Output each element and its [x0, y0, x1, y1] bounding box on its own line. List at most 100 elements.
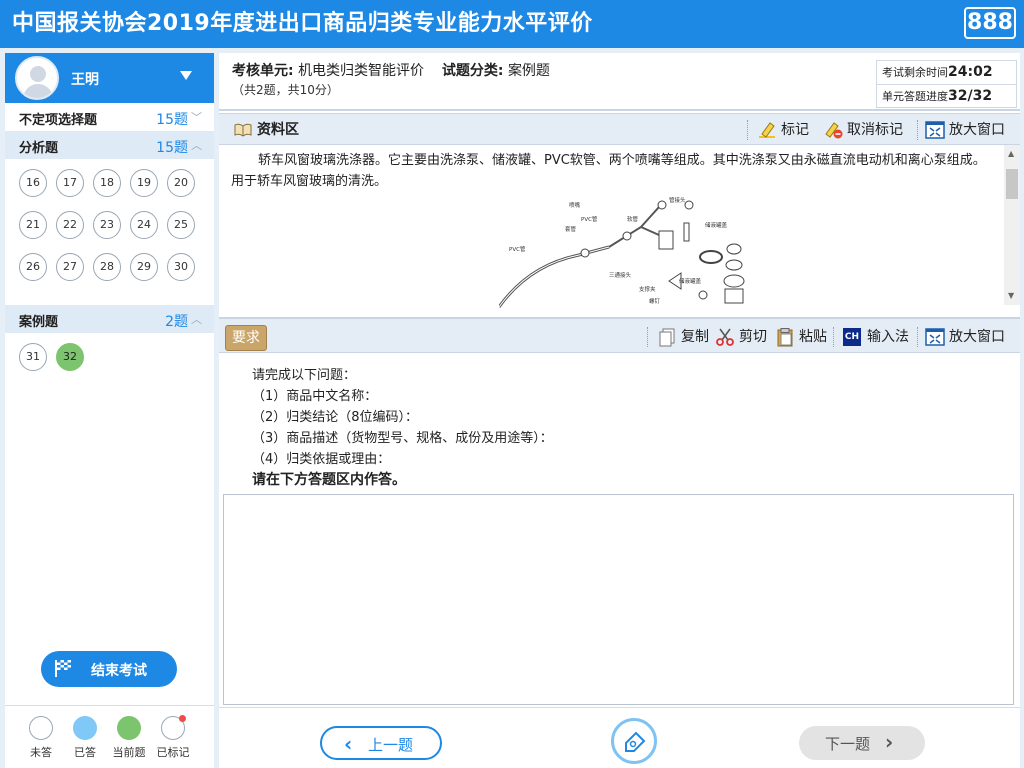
section-header-case[interactable]: 案例题 2题 ︿	[5, 305, 214, 333]
divider	[917, 120, 918, 140]
input-method-button[interactable]: CH 输入法	[843, 327, 909, 347]
status-legend: 未答 已答 当前题 已标记	[5, 705, 214, 768]
enlarge-window-icon	[925, 328, 945, 346]
requirement-tag: 要求	[225, 325, 267, 351]
section-header-multiple-choice[interactable]: 不定项选择题 15题 ﹀	[5, 103, 214, 131]
score-summary: （共2题，共10分）	[232, 83, 339, 97]
material-toolbar: 资料区 标记 取消标记 放大窗口	[219, 113, 1020, 145]
user-box[interactable]: 王明	[5, 53, 214, 103]
legend-answered: 已答	[63, 716, 107, 760]
question-button-26[interactable]: 26	[19, 253, 47, 281]
question-button-17[interactable]: 17	[56, 169, 84, 197]
legend-dot-icon	[73, 716, 97, 740]
paste-button[interactable]: 粘贴	[775, 327, 827, 347]
question-button-29[interactable]: 29	[130, 253, 158, 281]
enlarge-window-icon	[925, 121, 945, 139]
legend-label: 已答	[74, 746, 96, 759]
unit-value: 机电类归类智能评价	[298, 63, 425, 79]
scroll-up-arrow-icon[interactable]: ▲	[1008, 149, 1014, 158]
requirement-item-3: （3）商品描述（货物型号、规格、成份及用途等）：	[252, 431, 553, 446]
divider	[833, 327, 834, 347]
highlighter-icon	[759, 122, 775, 138]
question-button-20[interactable]: 20	[167, 169, 195, 197]
divider	[647, 327, 648, 347]
question-button-16[interactable]: 16	[19, 169, 47, 197]
requirement-item-4: （4）归类依据或理由：	[252, 452, 391, 467]
section-count: 15题	[156, 140, 188, 156]
question-button-21[interactable]: 21	[19, 211, 47, 239]
divider	[747, 120, 748, 140]
question-button-30[interactable]: 30	[167, 253, 195, 281]
diagram-label: 套管	[565, 225, 577, 233]
section-label: 不定项选择题	[19, 113, 98, 128]
legend-dot-icon	[161, 715, 186, 740]
question-grid-analysis: 16 17 18 19 20 21 22 23 24 25 26 27 28 29 30	[5, 159, 214, 305]
diagram-label: 喷嘴	[569, 201, 581, 209]
question-button-24[interactable]: 24	[130, 211, 158, 239]
section-label: 案例题	[19, 315, 59, 330]
material-scrollbar[interactable]: ▲ ▼	[1004, 145, 1020, 305]
scissors-icon	[716, 328, 734, 346]
chevron-up-icon: ︿	[191, 313, 202, 326]
question-button-32[interactable]: 32	[56, 343, 84, 371]
unit-label: 考核单元:	[232, 63, 294, 79]
question-navigator: 王明 不定项选择题 15题 ﹀ 分析题 15题 ︿ 16 17 18 19 20 21 22…	[5, 53, 214, 768]
diagram-label: PVC管	[581, 215, 598, 223]
question-button-27[interactable]: 27	[56, 253, 84, 281]
question-button-25[interactable]: 25	[167, 211, 195, 239]
timer-box: 考试剩余时间24:02 单元答题进度32/32	[876, 60, 1017, 108]
avatar	[15, 56, 59, 100]
book-icon	[234, 123, 252, 137]
checkered-flag-icon	[55, 660, 71, 677]
section-count: 2题	[165, 314, 188, 330]
answer-instruction: 请在下方答题区内作答。	[252, 472, 406, 488]
answer-textarea[interactable]	[223, 494, 1014, 705]
question-grid-case: 31 32	[5, 333, 214, 383]
question-button-19[interactable]: 19	[130, 169, 158, 197]
material-enlarge-button[interactable]: 放大窗口	[925, 120, 1011, 140]
legend-label: 当前题	[112, 746, 146, 759]
seat-number-badge: 888	[964, 7, 1016, 39]
material-text: 轿车风窗玻璃洗涤器。它主要由洗涤泵、储液罐、PVC软管、两个喷嘴等组成。其中洗涤…	[231, 153, 986, 189]
previous-question-button[interactable]: ‹ 上一题	[320, 726, 442, 760]
material-area[interactable]: 轿车风窗玻璃洗涤器。它主要由洗涤泵、储液罐、PVC软管、两个喷嘴等组成。其中洗涤…	[219, 145, 1020, 315]
copy-button[interactable]: 复制	[657, 327, 709, 347]
legend-dot-icon	[29, 716, 53, 740]
copy-icon	[659, 328, 675, 347]
caret-down-icon[interactable]	[180, 71, 192, 80]
app-title: 中国报关协会2019年度进出口商品归类专业能力水平评价	[12, 11, 593, 36]
info-bar: 考核单元: 机电类归类智能评价 试题分类: 案例题 （共2题，共10分） 考试剩…	[219, 53, 1020, 111]
save-answer-button[interactable]	[611, 718, 657, 764]
next-question-button[interactable]: 下一题 ›	[799, 726, 925, 760]
requirement-item-1: （1）商品中文名称：	[252, 389, 378, 404]
diagram-label: PVC管	[509, 245, 526, 253]
section-label: 分析题	[19, 141, 59, 156]
legend-label: 未答	[30, 746, 52, 759]
diagram-label: 支撑夹	[639, 285, 656, 293]
progress-value: 32/32	[948, 88, 993, 104]
chevron-down-icon: ﹀	[191, 111, 202, 124]
question-button-31[interactable]: 31	[19, 343, 47, 371]
section-header-analysis[interactable]: 分析题 15题 ︿	[5, 131, 214, 159]
ime-ch-icon: CH	[843, 328, 861, 346]
scroll-down-arrow-icon[interactable]: ▼	[1008, 291, 1014, 300]
legend-dot-icon	[117, 716, 141, 740]
unmark-button[interactable]: 取消标记	[823, 120, 909, 140]
diagram-label: 储液罐盖	[705, 221, 728, 229]
legend-marked: 已标记	[151, 715, 195, 760]
progress-row: 单元答题进度32/32	[877, 84, 1016, 107]
chevron-right-icon: ›	[885, 730, 894, 754]
question-button-22[interactable]: 22	[56, 211, 84, 239]
question-button-18[interactable]: 18	[93, 169, 121, 197]
end-exam-button[interactable]: 结束考试	[41, 651, 177, 687]
requirement-enlarge-button[interactable]: 放大窗口	[925, 327, 1011, 347]
scroll-thumb[interactable]	[1006, 169, 1018, 199]
mark-button[interactable]: 标记	[757, 120, 813, 140]
cut-button[interactable]: 剪切	[715, 327, 767, 347]
diagram-label: 软管	[627, 215, 639, 223]
question-button-28[interactable]: 28	[93, 253, 121, 281]
washer-parts-diagram: 喷嘴 管接头 PVC管 套管 软管 储液罐盖 PVC管 三通接头 支撑夹 储液罐…	[499, 197, 745, 308]
question-button-23[interactable]: 23	[93, 211, 121, 239]
legend-label: 已标记	[156, 746, 190, 759]
legend-current: 当前题	[107, 716, 151, 760]
